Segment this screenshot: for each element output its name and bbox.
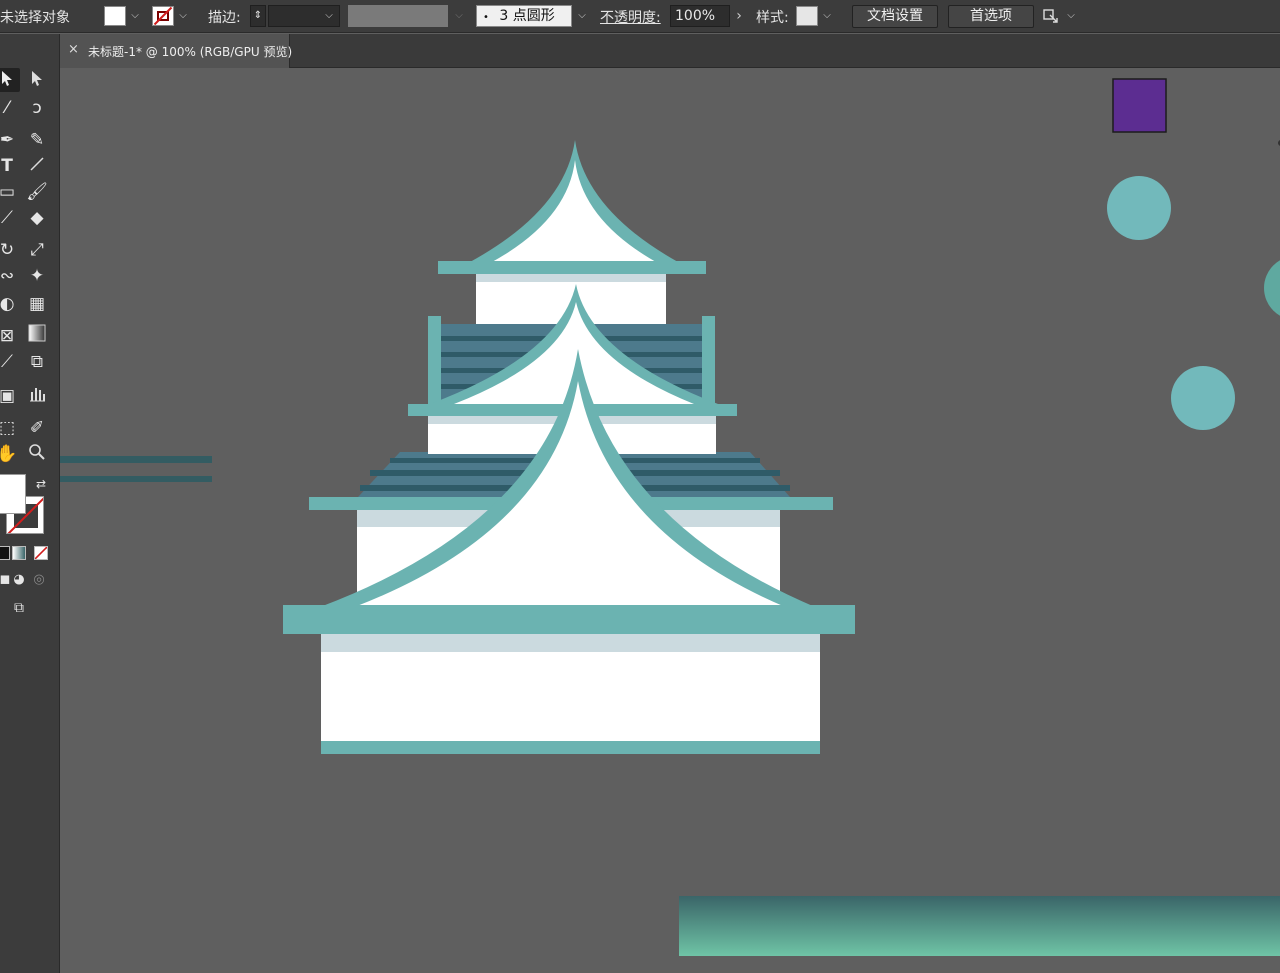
control-bar: 未选择对象 ⌵ ⌵ 描边: ⇕ ⌵ ⌵ • 3 点圆形 ⌵ 不透明度: 100%…	[0, 0, 1280, 33]
color-mode-icon[interactable]	[0, 546, 10, 560]
guide-line-upper[interactable]	[60, 456, 212, 463]
gradient-tool-icon[interactable]	[24, 324, 50, 348]
style-dropdown-icon[interactable]: ⌵	[820, 6, 834, 26]
artboard-tool-icon[interactable]: ⬚	[0, 416, 20, 440]
stroke-weight-stepper[interactable]: ⇕	[250, 5, 266, 27]
arrange-documents-icon[interactable]	[1042, 7, 1060, 25]
change-screen-mode-icon[interactable]: ⧉	[6, 596, 32, 620]
brush-dot-icon: •	[483, 12, 489, 23]
document-tab-title: 未标题-1* @ 100% (RGB/GPU 预览)	[88, 45, 293, 59]
fill-color-box[interactable]	[0, 474, 26, 514]
document-tab-bar: × 未标题-1* @ 100% (RGB/GPU 预览)	[60, 34, 1280, 68]
stroke-dropdown-icon[interactable]: ⌵	[176, 6, 190, 26]
column-graph-tool-icon[interactable]	[24, 384, 50, 408]
type-tool-icon[interactable]: T	[0, 154, 20, 178]
gradient-ground-bar[interactable]	[679, 896, 1280, 956]
opacity-input[interactable]: 100%	[670, 5, 730, 27]
paintbrush-tool-icon[interactable]: 🖌	[24, 180, 50, 204]
castle-illustration[interactable]	[283, 140, 855, 754]
rotate-tool-icon[interactable]: ↻	[0, 238, 20, 262]
opacity-label[interactable]: 不透明度:	[600, 7, 661, 27]
artwork	[60, 78, 1280, 956]
perspective-grid-tool-icon[interactable]: ▦	[24, 292, 50, 316]
teal-circle-top[interactable]	[1107, 176, 1171, 240]
blend-tool-icon[interactable]: ⧉	[24, 350, 50, 374]
lasso-tool-icon[interactable]: ↄ	[24, 96, 50, 120]
brush-definition[interactable]: • 3 点圆形	[476, 5, 572, 27]
graphic-style-swatch[interactable]	[796, 6, 818, 26]
direct-selection-tool-icon[interactable]	[24, 68, 50, 92]
castle-top-eave	[438, 261, 706, 274]
hand-tool-icon[interactable]: ✋	[0, 442, 20, 466]
rectangle-tool-icon[interactable]: ▭	[0, 180, 20, 204]
castle-base-band	[321, 634, 820, 652]
fill-swatch[interactable]	[104, 6, 126, 26]
arrange-dropdown-icon[interactable]: ⌵	[1064, 6, 1078, 26]
brush-dropdown-icon[interactable]: ⌵	[575, 6, 589, 26]
shaper-tool-icon[interactable]: ⟋	[0, 206, 20, 230]
slice-tool-icon[interactable]: ✐	[24, 416, 50, 440]
profile-dropdown-icon[interactable]: ⌵	[452, 6, 466, 26]
brush-value: 3 点圆形	[499, 8, 555, 24]
none-mode-icon[interactable]	[34, 546, 48, 560]
symbol-sprayer-tool-icon[interactable]: ▣	[0, 384, 20, 408]
puppet-warp-tool-icon[interactable]: ✦	[24, 264, 50, 288]
opacity-arrow-icon[interactable]: ›	[732, 6, 746, 26]
stroke-swatch[interactable]	[152, 6, 174, 26]
castle-main-eave	[283, 605, 855, 634]
selection-status: 未选择对象	[0, 10, 70, 26]
mesh-tool-icon[interactable]: ⊠	[0, 324, 20, 348]
pen-tool-icon[interactable]: ✒	[0, 128, 20, 152]
line-segment-tool-icon[interactable]	[24, 154, 50, 178]
gradient-mode-icon[interactable]	[12, 546, 26, 560]
stroke-weight-dropdown-icon[interactable]: ⌵	[322, 6, 336, 26]
close-tab-icon[interactable]: ×	[68, 42, 79, 57]
teal-circle-edge[interactable]	[1264, 256, 1280, 320]
swap-fill-stroke-icon[interactable]: ⇄	[28, 472, 54, 496]
teal-circle-bottom[interactable]	[1171, 366, 1235, 430]
purple-swatch-square[interactable]	[1112, 78, 1167, 133]
castle-base-footing	[321, 741, 820, 754]
eyedropper-tool-icon[interactable]: ⟋	[0, 350, 20, 374]
artboard-canvas[interactable]	[60, 68, 1280, 973]
shape-builder-tool-icon[interactable]: ◐	[0, 292, 20, 316]
zoom-tool-icon[interactable]	[24, 442, 50, 466]
tools-panel: ⁄ ↄ ✒ ✎ T ▭ 🖌 ⟋ ◆ ↻ ⤢ ∾ ✦ ◐ ▦ ⊠ ⟋ ⧉ ▣ ⬚ …	[0, 34, 60, 973]
magic-wand-tool-icon[interactable]: ⁄	[0, 96, 20, 120]
variable-width-profile[interactable]	[348, 5, 448, 27]
eraser-tool-icon[interactable]: ◆	[24, 206, 50, 230]
preferences-button[interactable]: 首选项	[948, 5, 1034, 28]
style-label: 样式:	[756, 10, 789, 26]
guide-line-lower[interactable]	[60, 476, 212, 482]
scale-tool-icon[interactable]: ⤢	[24, 238, 50, 262]
document-tab[interactable]: × 未标题-1* @ 100% (RGB/GPU 预览)	[60, 34, 293, 68]
document-setup-button[interactable]: 文档设置	[852, 5, 938, 28]
fill-dropdown-icon[interactable]: ⌵	[128, 6, 142, 26]
warp-tool-icon[interactable]: ∾	[0, 264, 20, 288]
curvature-tool-icon[interactable]: ✎	[24, 128, 50, 152]
stroke-label: 描边:	[208, 10, 241, 26]
draw-inside-icon[interactable]: ◎	[26, 568, 52, 592]
selection-tool-icon[interactable]	[0, 68, 20, 92]
